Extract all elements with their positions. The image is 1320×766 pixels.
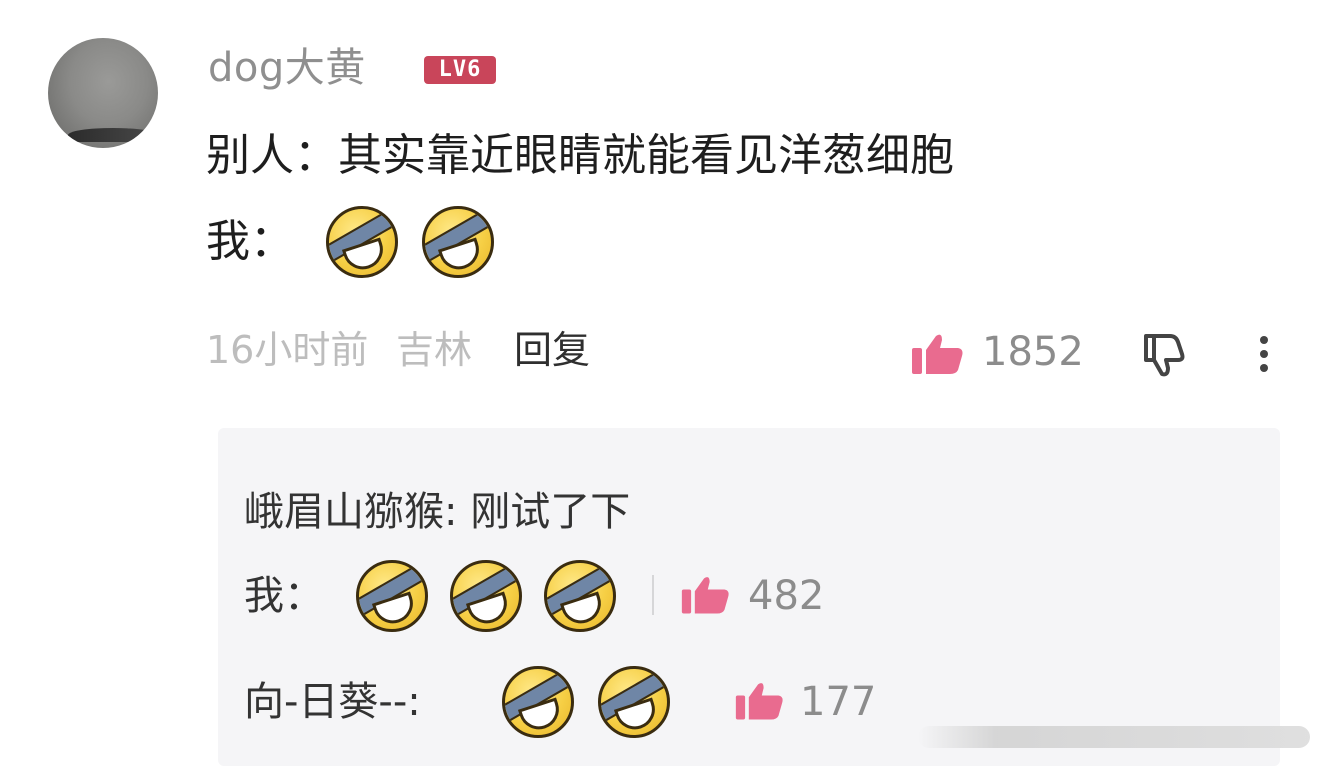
comment-time: 16小时前	[206, 328, 369, 372]
laugh-emoji-icon	[326, 206, 398, 278]
reply-button[interactable]: 回复	[514, 326, 590, 374]
laugh-emoji-icon	[356, 560, 428, 632]
comment-location: 吉林	[396, 328, 473, 372]
comment-text-line-2: 我：	[206, 216, 294, 267]
reply-text-1: 峨眉山猕猴: 刚试了下	[244, 489, 631, 535]
comment-screen: dog大黄 LV6 别人：其实靠近眼睛就能看见洋葱细胞 我： 16小时前 吉林 …	[0, 0, 1320, 766]
username[interactable]: dog大黄	[208, 42, 366, 94]
like-count: 1852	[982, 329, 1084, 375]
thumbs-up-icon[interactable]	[734, 680, 784, 722]
thumbs-up-icon[interactable]	[910, 332, 964, 376]
like-count: 177	[800, 679, 877, 725]
avatar[interactable]	[48, 38, 158, 148]
reply-text-2: 我：	[244, 573, 324, 619]
laugh-emoji-icon	[422, 206, 494, 278]
comment-text-line-1: 别人：其实靠近眼睛就能看见洋葱细胞	[206, 130, 954, 181]
laugh-emoji-icon	[450, 560, 522, 632]
thumbs-down-icon[interactable]	[1140, 332, 1192, 378]
like-count: 482	[748, 573, 825, 619]
divider	[652, 575, 654, 615]
laugh-emoji-icon	[502, 666, 574, 738]
laugh-emoji-icon	[544, 560, 616, 632]
thumbs-up-icon[interactable]	[680, 574, 730, 616]
more-vertical-icon[interactable]	[1252, 330, 1276, 376]
reply-text-3: 向-日葵--:	[244, 679, 421, 725]
level-badge: LV6	[424, 56, 496, 84]
scrollbar[interactable]	[918, 726, 1310, 748]
laugh-emoji-icon	[598, 666, 670, 738]
